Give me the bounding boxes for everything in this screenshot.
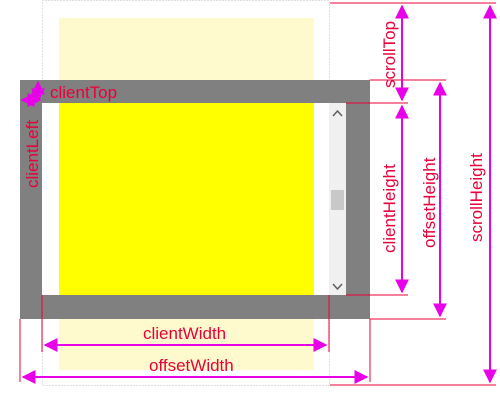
scroll-height-label: scrollHeight xyxy=(467,153,486,242)
element-metrics-diagram: clientTop clientLeft scrollTop clientHei… xyxy=(19,0,497,386)
scrollbar-thumb[interactable] xyxy=(331,190,344,210)
client-left-label: clientLeft xyxy=(23,120,42,188)
offset-width-label: offsetWidth xyxy=(149,356,234,375)
scrollbar[interactable] xyxy=(329,103,346,295)
client-width-label: clientWidth xyxy=(143,324,226,343)
visible-content xyxy=(59,103,314,295)
client-top-label: clientTop xyxy=(50,83,117,102)
client-height-label: clientHeight xyxy=(380,164,399,253)
offset-height-label: offsetHeight xyxy=(420,157,439,248)
scroll-top-label: scrollTop xyxy=(380,21,399,88)
